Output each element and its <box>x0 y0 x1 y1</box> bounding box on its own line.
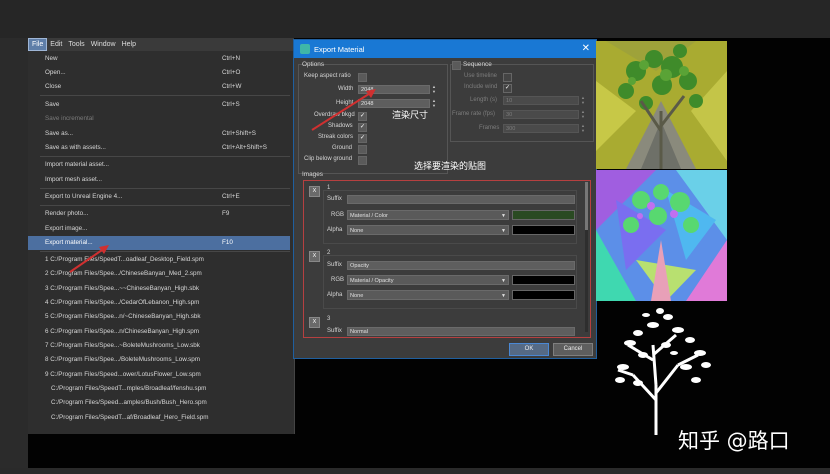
arrow-to-size <box>311 89 376 131</box>
opacity-tree-silhouette <box>615 308 711 435</box>
annotation-size-note: 渲染尺寸 <box>392 110 429 120</box>
annotation-maps-note: 选择要渲染的贴图 <box>414 161 487 171</box>
watermark: 知乎 @路口 <box>678 429 790 453</box>
normal-texture-preview <box>596 170 727 301</box>
arrow-to-export-material <box>69 245 109 273</box>
color-texture-preview <box>596 41 727 169</box>
